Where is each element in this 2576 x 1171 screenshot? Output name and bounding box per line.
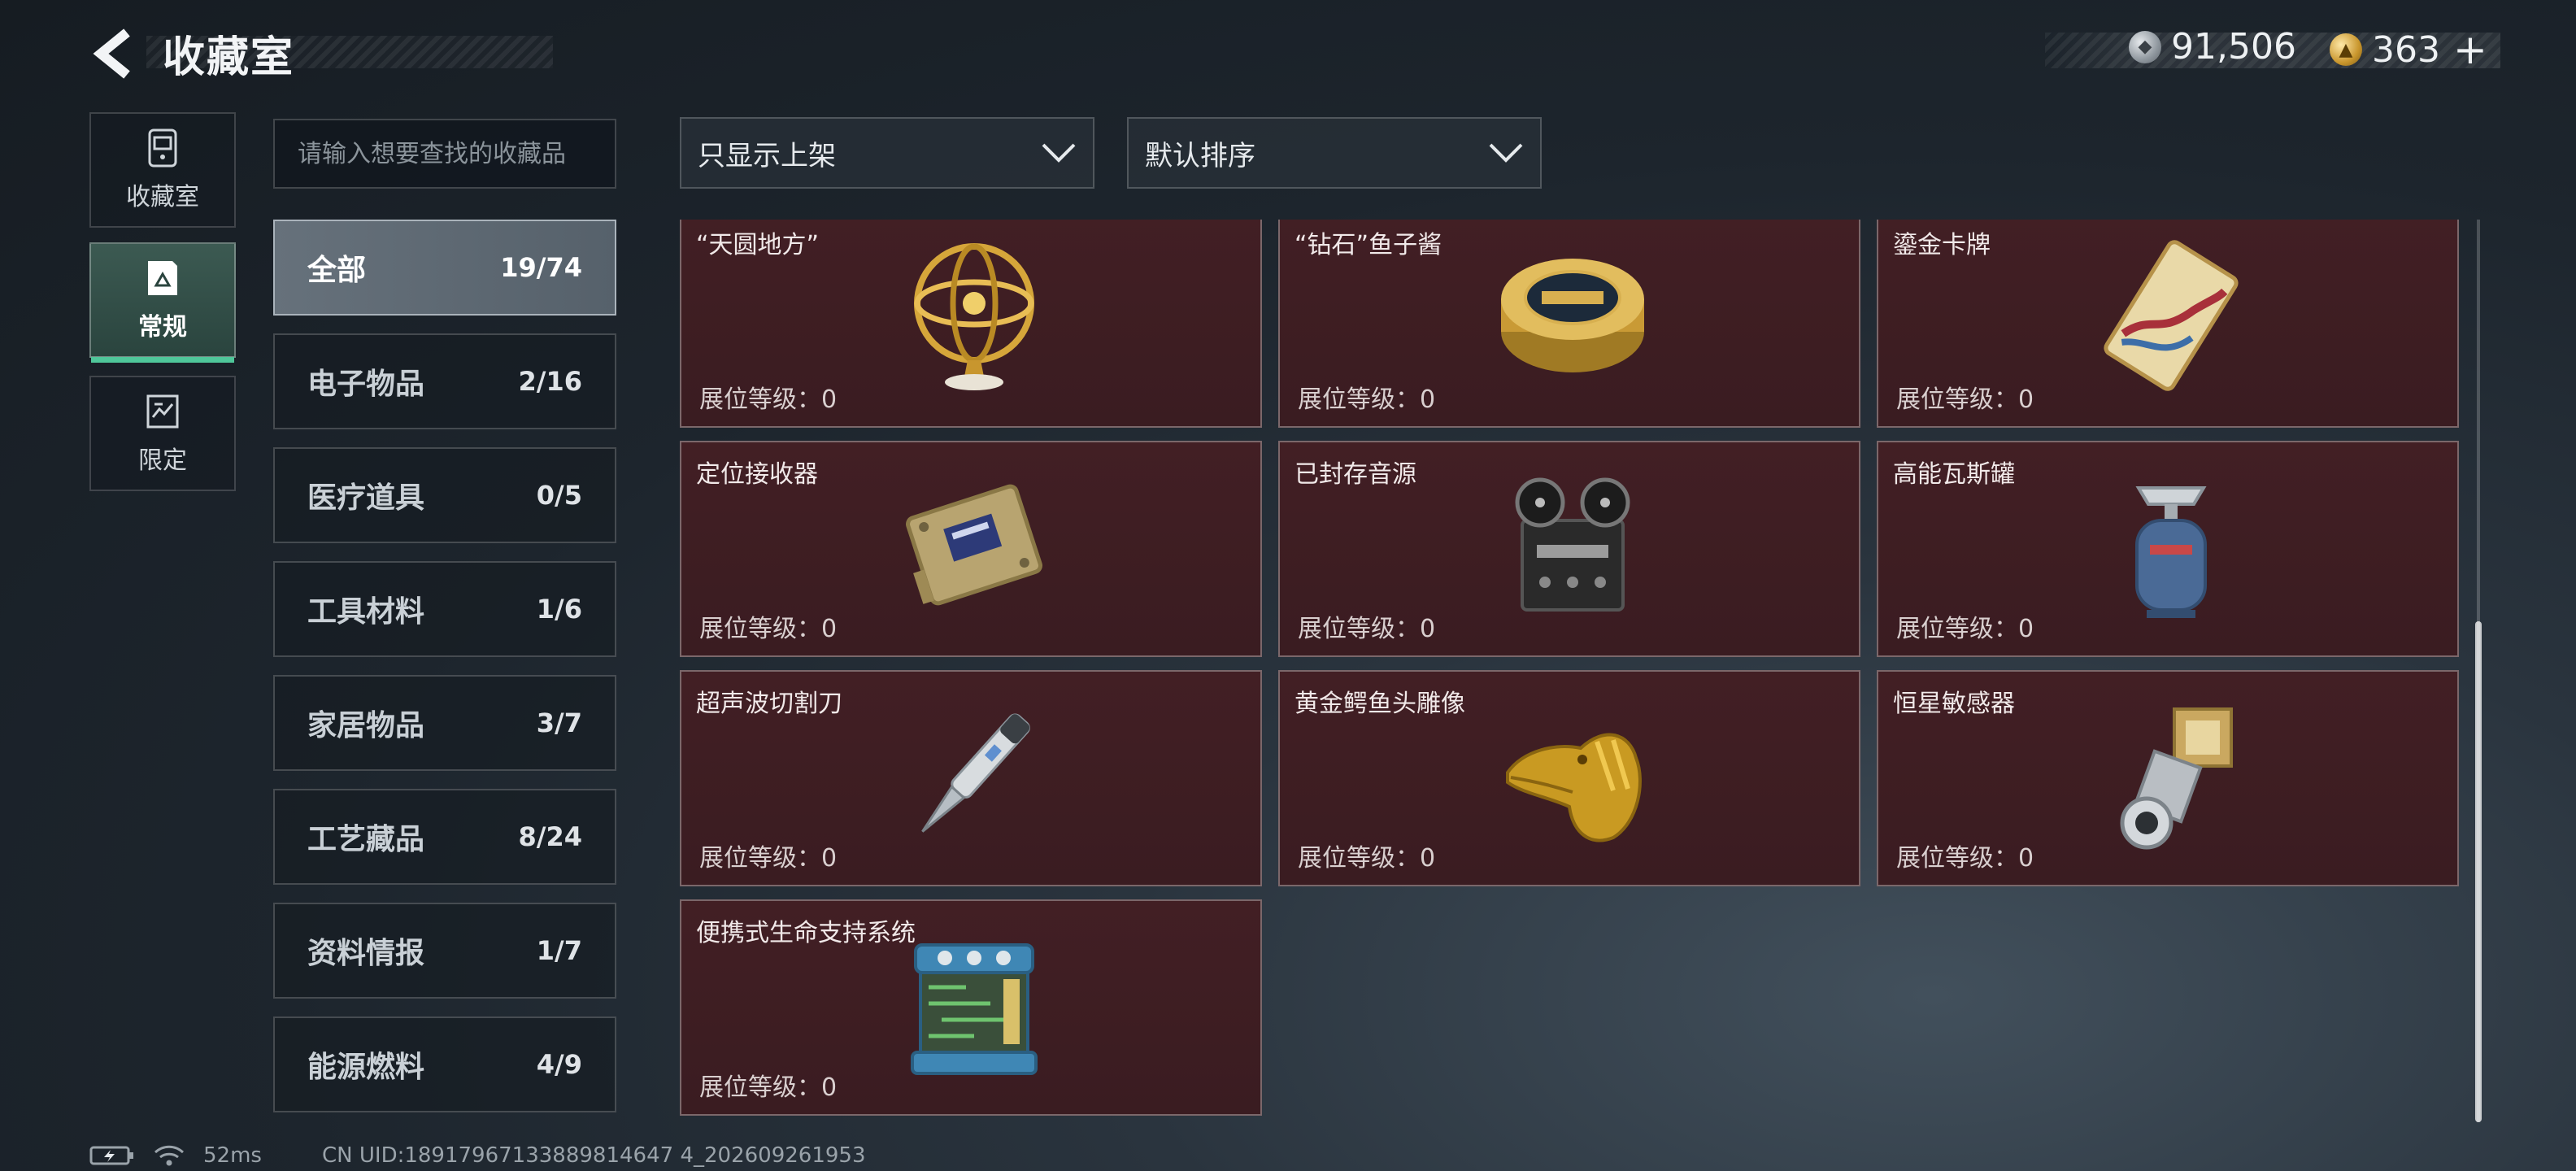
collectible-card[interactable]: 黄金鳄鱼头雕像 展位等级：0 bbox=[1278, 670, 1860, 886]
page-title: 收藏室 bbox=[163, 33, 295, 82]
ping-value: 52ms bbox=[203, 1143, 262, 1168]
ultrasonic-cutter-icon bbox=[921, 713, 1030, 833]
booth-level: 展位等级：0 bbox=[1896, 385, 2034, 414]
silver-coin-icon: ◆ bbox=[2129, 30, 2161, 63]
category-count: 0/5 bbox=[536, 480, 582, 511]
sort-order-value: 默认排序 bbox=[1145, 139, 1255, 172]
battery-charging-icon bbox=[89, 1146, 133, 1165]
rail-item-label: 限定 bbox=[138, 446, 187, 475]
gps-receiver-icon bbox=[906, 484, 1042, 606]
category-tools[interactable]: 工具材料 1/6 bbox=[273, 561, 616, 657]
collectible-name: “钻石”鱼子酱 bbox=[1295, 231, 1442, 259]
category-count: 2/16 bbox=[518, 366, 582, 397]
collectible-card[interactable]: “钻石”鱼子酱 展位等级：0 bbox=[1278, 220, 1860, 428]
collection-room-icon bbox=[145, 128, 181, 168]
gold-amount: 363 bbox=[2372, 28, 2440, 71]
booth-level: 展位等级：0 bbox=[699, 615, 838, 643]
category-name: 医疗道具 bbox=[307, 481, 425, 515]
category-energy[interactable]: 能源燃料 4/9 bbox=[273, 1016, 616, 1112]
armillary-sphere-icon bbox=[914, 243, 1034, 390]
uid-text: CN UID:18917967133889814647 4_2026092619… bbox=[322, 1143, 866, 1168]
limited-icon bbox=[145, 391, 181, 432]
collectible-name: 黄金鳄鱼头雕像 bbox=[1295, 690, 1465, 718]
collectible-card[interactable]: 鎏金卡牌 展位等级：0 bbox=[1877, 220, 2459, 428]
gold-coin-icon: ▲ bbox=[2330, 33, 2362, 66]
gold-currency: ▲ 363 + bbox=[2330, 26, 2487, 73]
category-medical[interactable]: 医疗道具 0/5 bbox=[273, 447, 616, 543]
collectible-card[interactable]: 定位接收器 展位等级：0 bbox=[680, 441, 1262, 657]
reel-tape-recorder-icon bbox=[1515, 477, 1630, 612]
shelf-filter-value: 只显示上架 bbox=[698, 139, 836, 172]
back-arrow-icon bbox=[93, 28, 130, 79]
category-count: 3/7 bbox=[536, 707, 582, 738]
category-name: 电子物品 bbox=[307, 368, 425, 401]
rail-item-collection-room[interactable]: 收藏室 bbox=[89, 112, 236, 228]
grid-scrollbar-thumb[interactable] bbox=[2475, 621, 2482, 1122]
collectible-name: 恒星敏感器 bbox=[1893, 690, 2015, 718]
collectible-name: “天圆地方” bbox=[696, 231, 820, 259]
collectible-card[interactable]: 高能瓦斯罐 展位等级：0 bbox=[1877, 441, 2459, 657]
regular-icon bbox=[145, 258, 181, 298]
booth-level: 展位等级：0 bbox=[1298, 385, 1436, 414]
back-button[interactable] bbox=[81, 24, 146, 83]
search-input[interactable] bbox=[273, 119, 616, 189]
category-count: 19/74 bbox=[500, 252, 582, 283]
add-currency-button[interactable]: + bbox=[2453, 26, 2487, 73]
category-electronics[interactable]: 电子物品 2/16 bbox=[273, 333, 616, 429]
category-name: 工艺藏品 bbox=[307, 823, 425, 856]
rail-item-regular[interactable]: 常规 bbox=[89, 242, 236, 363]
booth-level: 展位等级：0 bbox=[1896, 615, 2034, 643]
collectible-card[interactable]: “天圆地方” 展位等级：0 bbox=[680, 220, 1262, 428]
chevron-down-icon bbox=[1489, 143, 1523, 163]
category-name: 家居物品 bbox=[307, 709, 425, 742]
status-footer: 52ms bbox=[89, 1143, 262, 1168]
sort-order-dropdown[interactable]: 默认排序 bbox=[1127, 117, 1542, 189]
collectible-card[interactable]: 便携式生命支持系统 展位等级：0 bbox=[680, 899, 1262, 1116]
collectible-name: 便携式生命支持系统 bbox=[696, 919, 916, 947]
collectible-name: 定位接收器 bbox=[696, 460, 818, 489]
booth-level: 展位等级：0 bbox=[699, 1073, 838, 1102]
category-name: 能源燃料 bbox=[307, 1051, 425, 1084]
booth-level: 展位等级：0 bbox=[699, 844, 838, 873]
category-name: 资料情报 bbox=[307, 937, 425, 970]
rail-item-label: 常规 bbox=[138, 313, 187, 342]
star-sensor-icon bbox=[2120, 707, 2233, 850]
collectible-card[interactable]: 已封存音源 展位等级：0 bbox=[1278, 441, 1860, 657]
silver-amount: 91,506 bbox=[2171, 26, 2296, 67]
category-all[interactable]: 全部 19/74 bbox=[273, 220, 616, 316]
category-count: 1/6 bbox=[536, 594, 582, 625]
collectible-card[interactable]: 恒星敏感器 展位等级：0 bbox=[1877, 670, 2459, 886]
gas-canister-icon bbox=[2135, 486, 2207, 618]
collectible-grid: “天圆地方” 展位等级：0 “钻石”鱼子酱 展位等级：0 鎏金卡牌 展位等级：0 bbox=[680, 220, 2461, 1122]
golden-crocodile-head-icon bbox=[1506, 733, 1642, 842]
life-support-system-icon bbox=[911, 943, 1038, 1075]
chevron-down-icon bbox=[1042, 143, 1076, 163]
category-count: 8/24 bbox=[518, 821, 582, 852]
collectible-name: 高能瓦斯罐 bbox=[1893, 460, 2015, 489]
collectible-name: 超声波切割刀 bbox=[696, 690, 842, 718]
booth-level: 展位等级：0 bbox=[1298, 615, 1436, 643]
booth-level: 展位等级：0 bbox=[1896, 844, 2034, 873]
category-name: 工具材料 bbox=[307, 595, 425, 629]
category-count: 1/7 bbox=[536, 935, 582, 966]
category-intel[interactable]: 资料情报 1/7 bbox=[273, 903, 616, 999]
rail-item-limited[interactable]: 限定 bbox=[89, 376, 236, 491]
collectible-card[interactable]: 超声波切割刀 展位等级：0 bbox=[680, 670, 1262, 886]
category-household[interactable]: 家居物品 3/7 bbox=[273, 675, 616, 771]
category-name: 全部 bbox=[307, 254, 367, 287]
booth-level: 展位等级：0 bbox=[1298, 844, 1436, 873]
caviar-tin-icon bbox=[1501, 259, 1644, 372]
category-crafts[interactable]: 工艺藏品 8/24 bbox=[273, 789, 616, 885]
category-count: 4/9 bbox=[536, 1049, 582, 1080]
collectible-name: 鎏金卡牌 bbox=[1893, 231, 1991, 259]
wifi-icon bbox=[154, 1145, 185, 1166]
collectible-name: 已封存音源 bbox=[1295, 460, 1416, 489]
booth-level: 展位等级：0 bbox=[699, 385, 838, 414]
rail-item-label: 收藏室 bbox=[126, 183, 199, 211]
gilded-card-icon bbox=[2104, 240, 2239, 391]
shelf-filter-dropdown[interactable]: 只显示上架 bbox=[680, 117, 1094, 189]
silver-currency: ◆ 91,506 bbox=[2129, 26, 2296, 67]
